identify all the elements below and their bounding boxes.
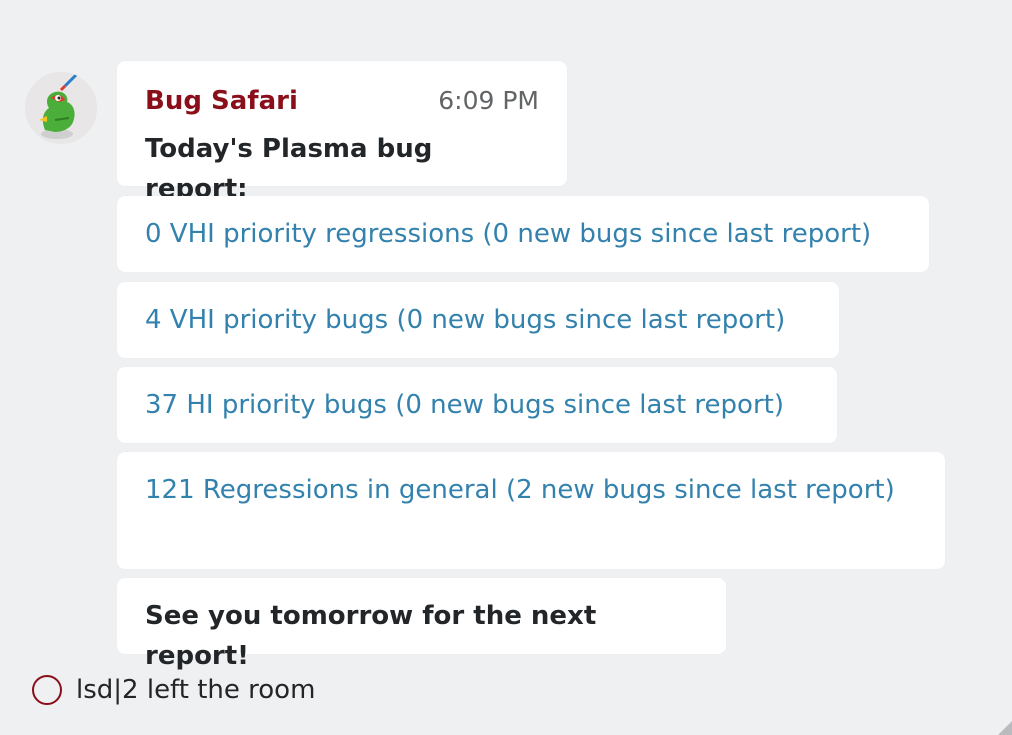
avatar[interactable]: [25, 72, 97, 144]
message-bubble: 37 HI priority bugs (0 new bugs since la…: [117, 367, 837, 443]
message-bubble: 0 VHI priority regressions (0 new bugs s…: [117, 196, 929, 272]
report-link-vhi-regressions[interactable]: 0 VHI priority regressions (0 new bugs s…: [145, 219, 871, 249]
message-bubble: 4 VHI priority bugs (0 new bugs since la…: [117, 282, 839, 358]
sender-name[interactable]: Bug Safari: [145, 86, 298, 116]
report-link-regressions[interactable]: 121 Regressions in general (2 new bugs s…: [145, 475, 895, 505]
resize-handle-icon[interactable]: [998, 721, 1012, 735]
dragon-mascot-icon: [25, 72, 97, 144]
message-footer: See you tomorrow for the next report!: [145, 601, 597, 671]
user-avatar-circle-icon[interactable]: [32, 675, 62, 705]
room-event: lsd|2 left the room: [32, 675, 315, 705]
message-timestamp: 6:09 PM: [438, 86, 539, 115]
report-link-vhi-bugs[interactable]: 4 VHI priority bugs (0 new bugs since la…: [145, 305, 785, 335]
room-event-text: lsd|2 left the room: [76, 675, 316, 705]
message-bubble: See you tomorrow for the next report!: [117, 578, 726, 671]
message-bubble: 121 Regressions in general (2 new bugs s…: [117, 452, 945, 569]
message-header-bubble: Bug Safari 6:09 PM Today's Plasma bug re…: [117, 61, 567, 204]
report-link-hi-bugs[interactable]: 37 HI priority bugs (0 new bugs since la…: [145, 390, 784, 420]
